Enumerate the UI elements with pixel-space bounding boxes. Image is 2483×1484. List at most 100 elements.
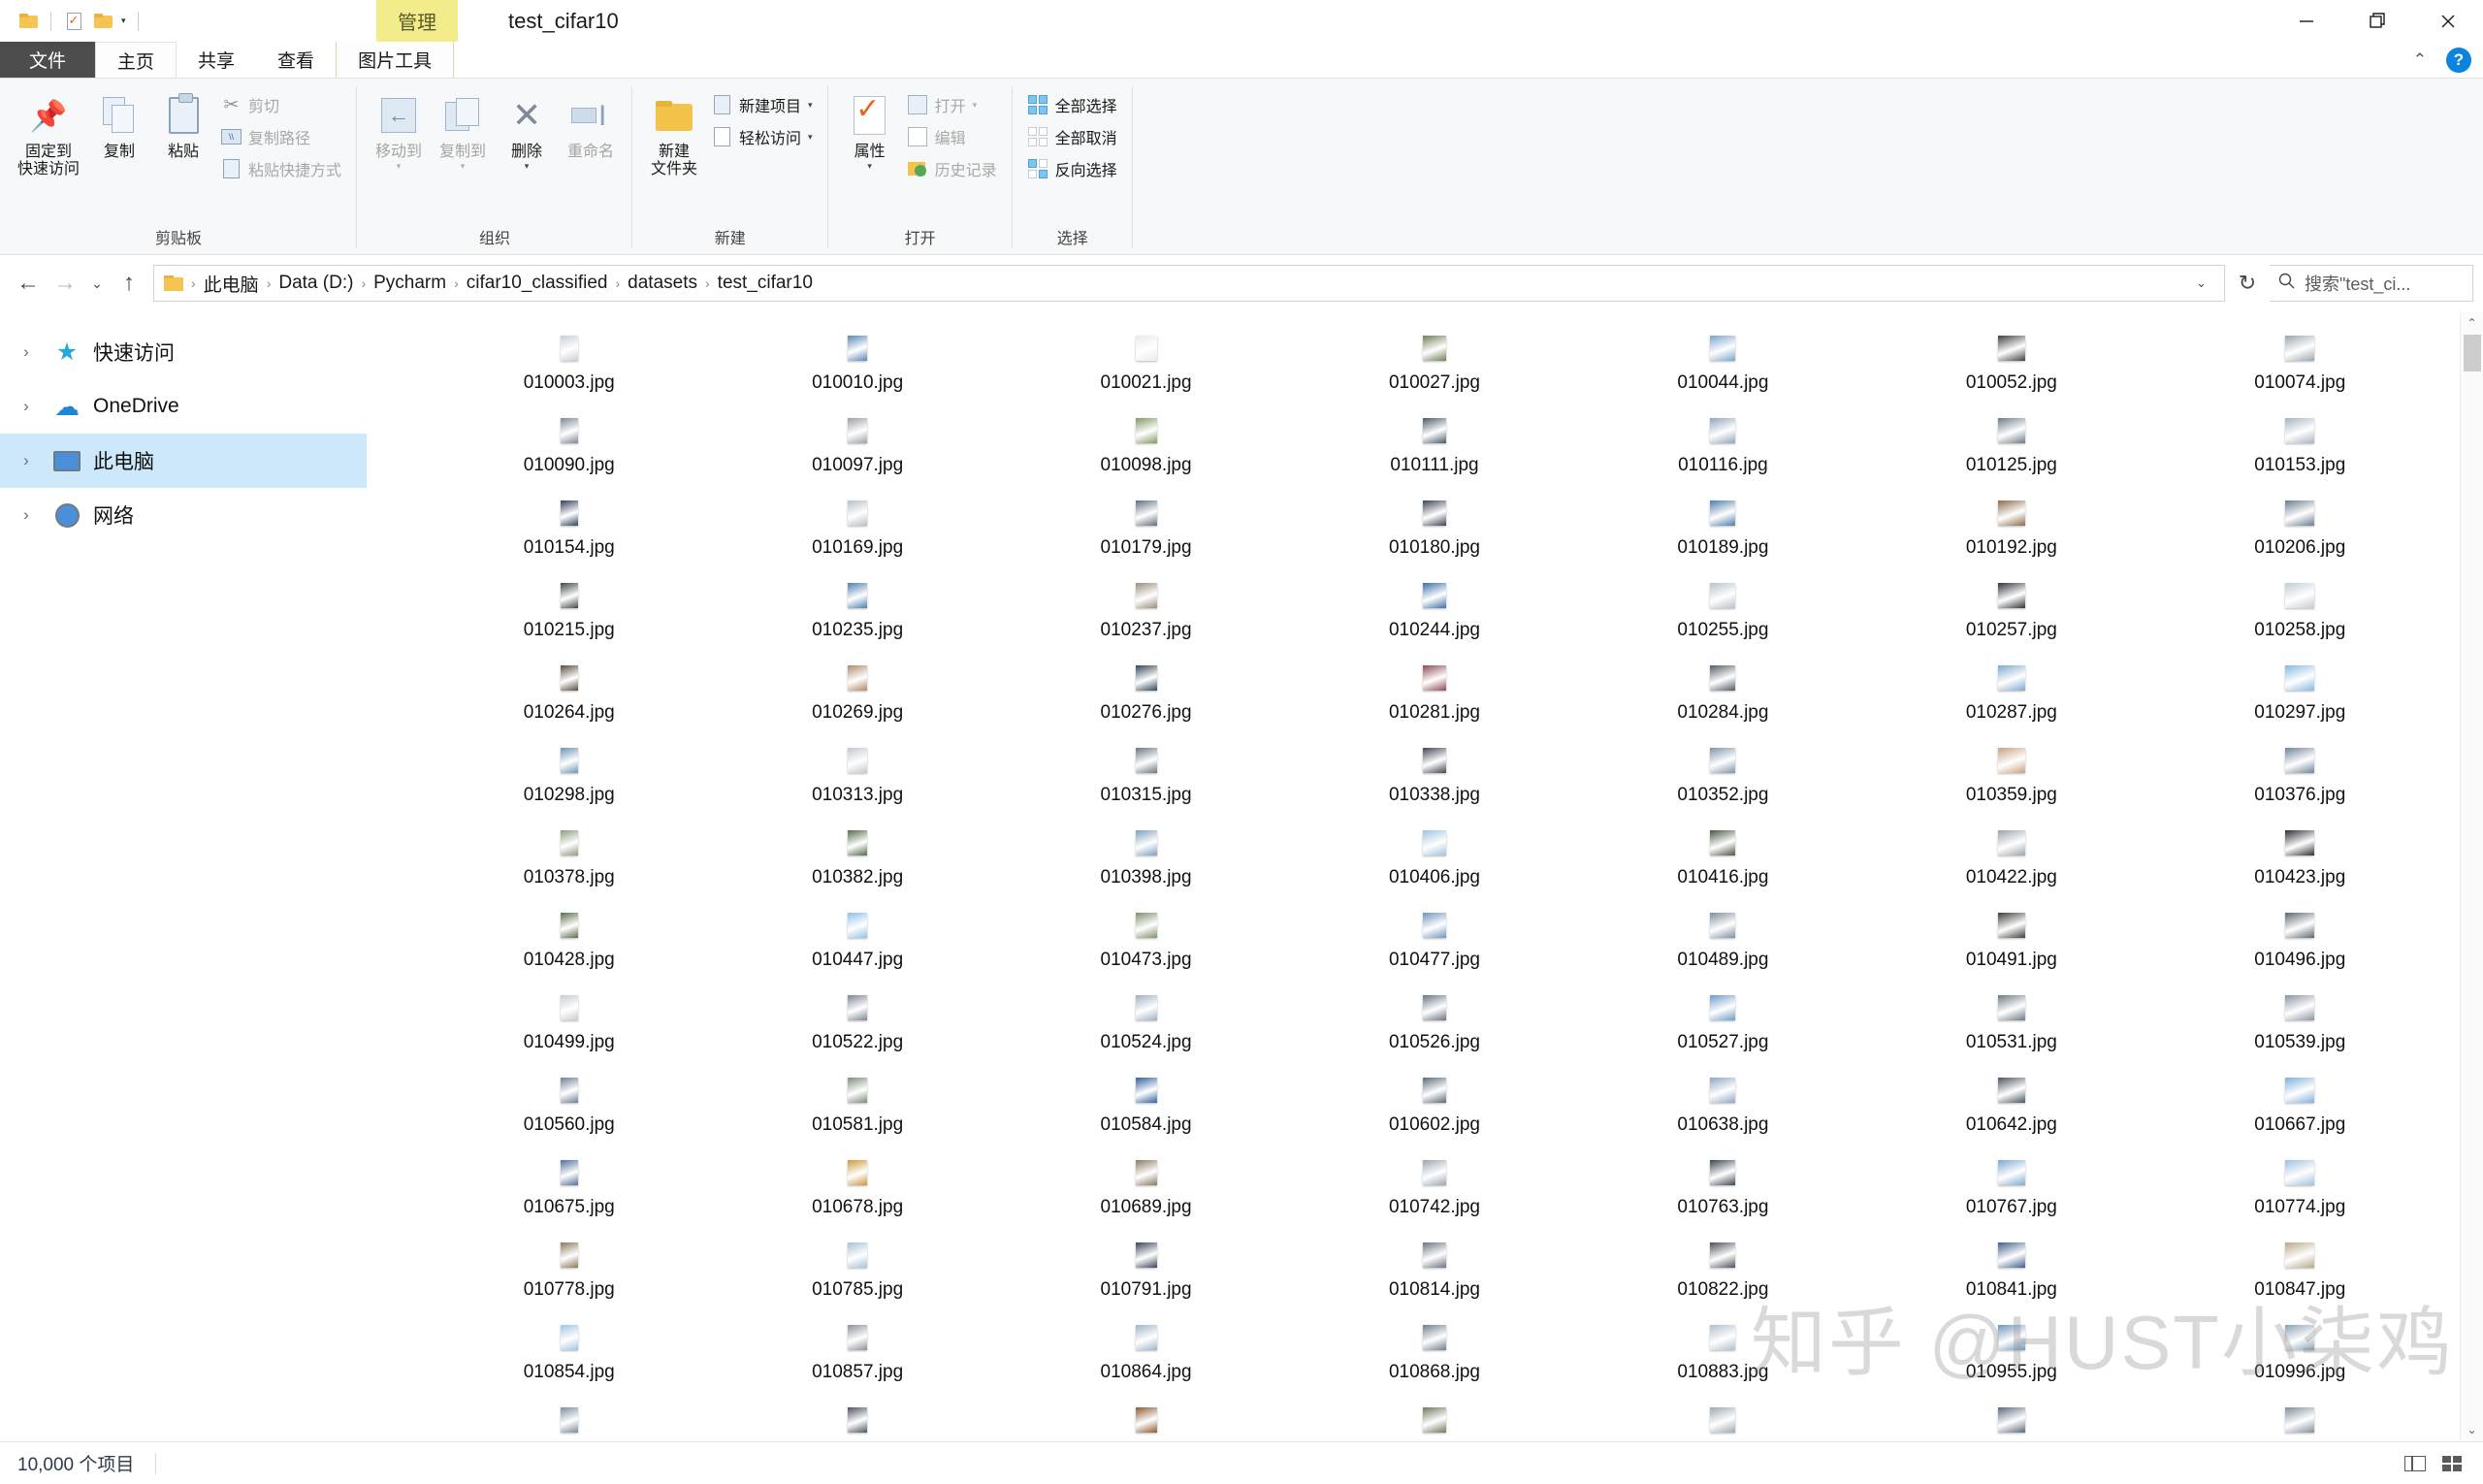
- file-item[interactable]: 010667.jpg: [2156, 1067, 2444, 1149]
- file-item[interactable]: 010169.jpg: [713, 490, 1001, 572]
- file-item[interactable]: 010315.jpg: [1002, 737, 1290, 820]
- chevron-right-icon[interactable]: ›: [12, 451, 41, 470]
- file-item[interactable]: 010406.jpg: [1290, 820, 1578, 902]
- file-item[interactable]: 010778.jpg: [425, 1232, 713, 1314]
- chevron-right-icon[interactable]: ›: [12, 397, 41, 416]
- file-item[interactable]: 010527.jpg: [1579, 984, 1867, 1067]
- file-item[interactable]: [713, 1397, 1001, 1441]
- file-item[interactable]: 010491.jpg: [1867, 902, 2155, 984]
- file-item[interactable]: 010522.jpg: [713, 984, 1001, 1067]
- collapse-ribbon-icon[interactable]: ⌃: [2405, 47, 2435, 74]
- vertical-scrollbar[interactable]: ⌃ ⌄: [2460, 311, 2483, 1441]
- open-button[interactable]: 打开 ▾: [902, 90, 1003, 119]
- file-item[interactable]: 010010.jpg: [713, 325, 1001, 407]
- file-item[interactable]: 010264.jpg: [425, 655, 713, 737]
- up-button[interactable]: ↑: [111, 265, 147, 302]
- copy-path-button[interactable]: \\ 复制路径: [215, 122, 347, 151]
- back-button[interactable]: ←: [10, 265, 47, 302]
- breadcrumb[interactable]: › 此电脑 › Data (D:) › Pycharm › cifar10_cl…: [153, 265, 2225, 302]
- file-item[interactable]: 010822.jpg: [1579, 1232, 1867, 1314]
- file-item[interactable]: [2156, 1397, 2444, 1441]
- breadcrumb-item-5[interactable]: test_cifar10: [712, 271, 819, 296]
- paste-shortcut-button[interactable]: 粘贴快捷方式: [215, 154, 347, 183]
- details-view-icon[interactable]: [2402, 1452, 2429, 1475]
- file-item[interactable]: [1867, 1397, 2155, 1441]
- explorer-folder-icon[interactable]: [14, 7, 43, 36]
- file-item[interactable]: 010237.jpg: [1002, 572, 1290, 655]
- file-item[interactable]: 010774.jpg: [2156, 1149, 2444, 1232]
- breadcrumb-item-0[interactable]: 此电脑: [198, 269, 265, 299]
- file-item[interactable]: 010524.jpg: [1002, 984, 1290, 1067]
- select-none-button[interactable]: 全部取消: [1022, 122, 1123, 151]
- paste-button[interactable]: 粘贴: [151, 86, 215, 165]
- file-item[interactable]: 010398.jpg: [1002, 820, 1290, 902]
- file-item[interactable]: 010864.jpg: [1002, 1314, 1290, 1397]
- sidebar-item-quick-access[interactable]: › ★ 快速访问: [0, 325, 367, 379]
- file-item[interactable]: 010423.jpg: [2156, 820, 2444, 902]
- breadcrumb-item-4[interactable]: datasets: [622, 271, 703, 296]
- file-item[interactable]: 010638.jpg: [1579, 1067, 1867, 1149]
- chevron-down-icon[interactable]: ▾: [808, 132, 813, 143]
- file-item[interactable]: 010269.jpg: [713, 655, 1001, 737]
- file-item[interactable]: [1002, 1397, 1290, 1441]
- file-item[interactable]: 010382.jpg: [713, 820, 1001, 902]
- chevron-down-icon[interactable]: ▾: [461, 161, 466, 172]
- file-item[interactable]: 010675.jpg: [425, 1149, 713, 1232]
- invert-selection-button[interactable]: 反向选择: [1022, 154, 1123, 183]
- file-item[interactable]: 010206.jpg: [2156, 490, 2444, 572]
- chevron-down-icon[interactable]: ▾: [808, 100, 813, 111]
- file-item[interactable]: 010416.jpg: [1579, 820, 1867, 902]
- chevron-right-icon[interactable]: ›: [12, 505, 41, 525]
- file-item[interactable]: 010531.jpg: [1867, 984, 2155, 1067]
- maximize-button[interactable]: [2341, 0, 2412, 42]
- file-item[interactable]: 010376.jpg: [2156, 737, 2444, 820]
- file-item[interactable]: 010125.jpg: [1867, 407, 2155, 490]
- tab-share[interactable]: 共享: [177, 42, 256, 78]
- file-item[interactable]: 010297.jpg: [2156, 655, 2444, 737]
- file-item[interactable]: 010276.jpg: [1002, 655, 1290, 737]
- tab-view[interactable]: 查看: [256, 42, 336, 78]
- file-item[interactable]: 010192.jpg: [1867, 490, 2155, 572]
- file-item[interactable]: 010814.jpg: [1290, 1232, 1578, 1314]
- file-item[interactable]: 010447.jpg: [713, 902, 1001, 984]
- file-item[interactable]: 010602.jpg: [1290, 1067, 1578, 1149]
- properties-button[interactable]: 属性 ▾: [838, 86, 902, 176]
- file-item[interactable]: 010044.jpg: [1579, 325, 1867, 407]
- file-item[interactable]: 010090.jpg: [425, 407, 713, 490]
- file-item[interactable]: 010235.jpg: [713, 572, 1001, 655]
- file-item[interactable]: 010791.jpg: [1002, 1232, 1290, 1314]
- new-folder-icon[interactable]: [88, 7, 117, 36]
- recent-locations-icon[interactable]: ⌄: [83, 265, 111, 302]
- file-item[interactable]: 010539.jpg: [2156, 984, 2444, 1067]
- file-item[interactable]: 010955.jpg: [1867, 1314, 2155, 1397]
- sidebar-item-this-pc[interactable]: › 此电脑: [0, 434, 367, 488]
- file-item[interactable]: 010996.jpg: [2156, 1314, 2444, 1397]
- file-item[interactable]: 010422.jpg: [1867, 820, 2155, 902]
- properties-icon[interactable]: [59, 7, 88, 36]
- file-item[interactable]: 010785.jpg: [713, 1232, 1001, 1314]
- file-item[interactable]: 010027.jpg: [1290, 325, 1578, 407]
- file-item[interactable]: 010496.jpg: [2156, 902, 2444, 984]
- file-item[interactable]: 010281.jpg: [1290, 655, 1578, 737]
- file-item[interactable]: 010180.jpg: [1290, 490, 1578, 572]
- file-item[interactable]: [1290, 1397, 1578, 1441]
- file-item[interactable]: 010742.jpg: [1290, 1149, 1578, 1232]
- scroll-up-button[interactable]: ⌃: [2461, 311, 2483, 335]
- chevron-down-icon[interactable]: ▾: [867, 161, 872, 172]
- file-item[interactable]: 010526.jpg: [1290, 984, 1578, 1067]
- move-to-button[interactable]: ← 移动到 ▾: [367, 86, 431, 176]
- file-item[interactable]: 010359.jpg: [1867, 737, 2155, 820]
- breadcrumb-item-3[interactable]: cifar10_classified: [461, 271, 614, 296]
- file-item[interactable]: 010581.jpg: [713, 1067, 1001, 1149]
- file-item[interactable]: 010284.jpg: [1579, 655, 1867, 737]
- file-item[interactable]: 010257.jpg: [1867, 572, 2155, 655]
- file-item[interactable]: 010244.jpg: [1290, 572, 1578, 655]
- chevron-right-icon[interactable]: ›: [12, 342, 41, 362]
- file-item[interactable]: 010847.jpg: [2156, 1232, 2444, 1314]
- file-list-view[interactable]: 010003.jpg010010.jpg010021.jpg010027.jpg…: [367, 311, 2483, 1441]
- file-item[interactable]: 010868.jpg: [1290, 1314, 1578, 1397]
- file-item[interactable]: 010179.jpg: [1002, 490, 1290, 572]
- edit-button[interactable]: 编辑: [902, 122, 1003, 151]
- file-item[interactable]: 010153.jpg: [2156, 407, 2444, 490]
- file-item[interactable]: 010857.jpg: [713, 1314, 1001, 1397]
